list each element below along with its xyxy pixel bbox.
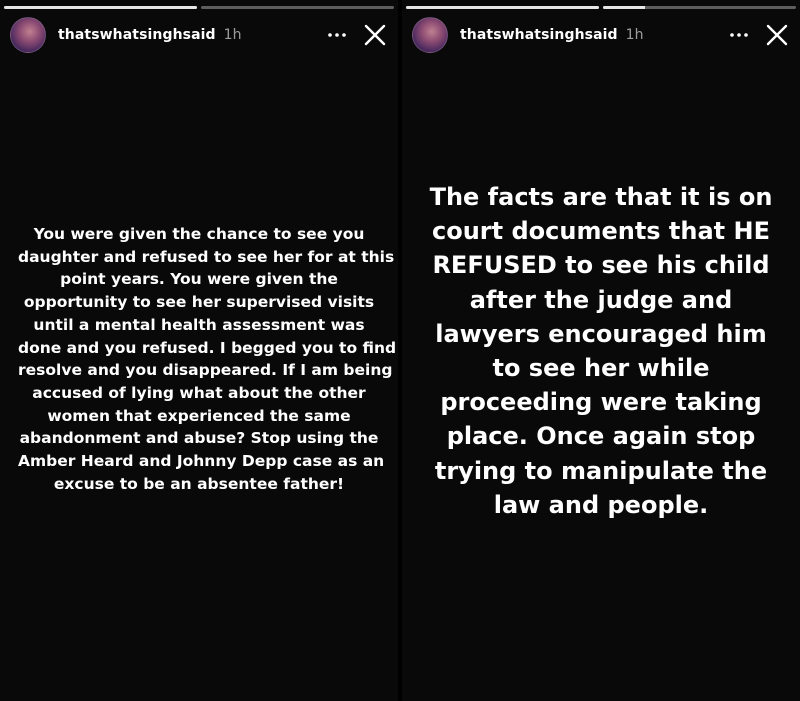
story-text-line: resolve and you disappeared. If I am bei…	[18, 361, 393, 380]
timestamp: 1h	[625, 27, 644, 43]
story-text-line: You were given the chance to see you	[33, 225, 365, 243]
story-panel-1[interactable]: thatswhatsinghsaid 1h You were given the…	[0, 0, 398, 701]
username[interactable]: thatswhatsinghsaid	[58, 27, 216, 43]
story-text-line: until a mental health assessment was	[33, 315, 365, 334]
story-text-line: done and you refused. I begged you to fi…	[18, 338, 397, 357]
progress-segment	[4, 6, 197, 9]
story-text-line: The facts are that it is on	[429, 183, 773, 211]
story-progress-bar	[4, 6, 394, 9]
avatar[interactable]	[412, 17, 448, 53]
progress-segment	[406, 6, 599, 9]
progress-segment	[603, 6, 796, 9]
username[interactable]: thatswhatsinghsaid	[460, 27, 618, 43]
story-text-line: trying to manipulate the	[434, 456, 768, 485]
story-text-line: women that experienced the same	[47, 406, 351, 425]
story-text: The facts are that it is on court docume…	[402, 180, 800, 522]
progress-segment	[201, 6, 394, 9]
story-header: thatswhatsinghsaid 1h	[10, 16, 388, 54]
close-icon[interactable]	[764, 22, 790, 48]
story-text-line: abandonment and abuse? Stop using the	[19, 429, 379, 448]
timestamp: 1h	[223, 27, 242, 43]
story-text-line: point years. You were given the	[60, 270, 338, 289]
story-text-line: daughter and refused to see her for at t…	[18, 247, 395, 266]
story-text: You were given the chance to see you dau…	[0, 223, 398, 495]
story-panel-2[interactable]: thatswhatsinghsaid 1h The facts are that…	[402, 0, 800, 701]
story-text-line: opportunity to see her supervised visits	[23, 293, 375, 312]
story-text-line: excuse to be an absentee father!	[53, 474, 345, 493]
close-icon[interactable]	[362, 22, 388, 48]
story-text-line: after the judge and	[469, 285, 733, 314]
story-header: thatswhatsinghsaid 1h	[412, 16, 790, 54]
story-progress-bar	[406, 6, 796, 9]
story-text-line: law and people.	[493, 490, 709, 519]
stories-viewer: thatswhatsinghsaid 1h You were given the…	[0, 0, 800, 701]
story-text-line: lawyers encouraged him	[435, 319, 767, 348]
more-options-icon[interactable]	[728, 24, 750, 46]
story-text-line: place. Once again stop	[446, 422, 756, 451]
avatar[interactable]	[10, 17, 46, 53]
story-text-line: Amber Heard and Johnny Depp case as an	[18, 452, 385, 471]
story-text-line: proceeding were taking	[440, 388, 762, 417]
story-text-line: accused of lying what about the other	[32, 383, 366, 402]
story-text-line: REFUSED to see his child	[432, 251, 770, 280]
story-text-line: to see her while	[492, 354, 710, 383]
story-text-line: court documents that HE	[432, 217, 770, 246]
more-options-icon[interactable]	[326, 24, 348, 46]
